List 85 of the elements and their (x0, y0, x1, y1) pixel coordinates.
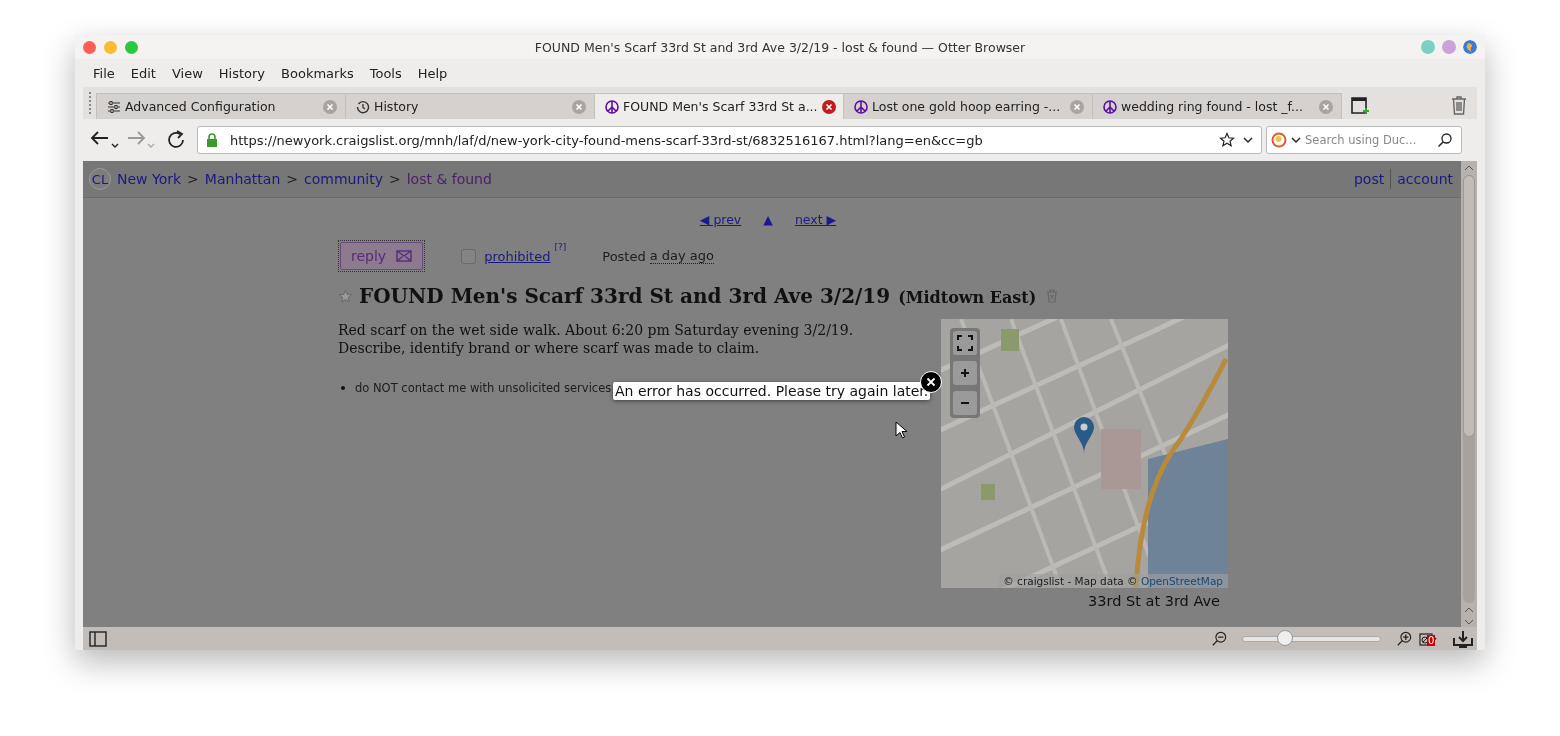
toolbar-grip[interactable] (88, 91, 92, 115)
peace-icon (605, 99, 619, 114)
maximize-button[interactable] (125, 40, 138, 54)
tab-title: History (374, 99, 420, 114)
breadcrumb-separator: > (388, 171, 401, 187)
breadcrumb-link[interactable]: community (304, 171, 383, 187)
header-link[interactable]: account (1397, 171, 1453, 187)
reload-button[interactable] (165, 129, 187, 151)
window-title: FOUND Men's Scarf 33rd St and 3rd Ave 3/2/19 - lost & found — Otter Browser (533, 39, 1027, 55)
menu-item[interactable]: Bookmarks (273, 65, 362, 81)
prev-link[interactable]: ◀ prev (699, 212, 742, 227)
menu-item[interactable]: Help (409, 65, 456, 81)
envelope-icon (396, 250, 413, 262)
search-icon[interactable] (1437, 132, 1453, 148)
error-popup: An error has occurred. Please try again later. (613, 382, 931, 400)
search-field[interactable]: Search using Duc... (1266, 126, 1462, 154)
menu-item[interactable]: File (85, 65, 123, 81)
browser-tab[interactable]: History (345, 93, 595, 119)
dropdown-icon[interactable] (1291, 137, 1301, 143)
bullet-icon (341, 386, 345, 390)
fullscreen-button[interactable] (953, 331, 977, 355)
sliders-icon (107, 99, 121, 114)
window-control-icon[interactable] (1442, 40, 1456, 54)
tab-title: FOUND Men's Scarf 33rd St a... (623, 99, 818, 114)
scroll-down-icon[interactable] (1464, 619, 1474, 625)
prohibited-link[interactable]: prohibited (484, 248, 551, 264)
next-link[interactable]: next ▶ (794, 212, 837, 227)
zoom-slider[interactable] (1277, 629, 1294, 646)
menu-item[interactable]: Edit (122, 65, 164, 81)
browser-tab[interactable]: FOUND Men's Scarf 33rd St a... (594, 93, 844, 119)
peace-icon (854, 99, 868, 114)
posted-time: a day ago (649, 248, 715, 264)
post-location: (Midtown East) (898, 288, 1037, 307)
openstreetmap-link[interactable]: OpenStreetMap (1140, 575, 1223, 587)
close-tab-icon[interactable] (821, 99, 836, 114)
globe-icon (1463, 40, 1477, 54)
post-body-line: Describe, identify brand or where scarf was made to claim. (338, 339, 761, 357)
reply-button[interactable]: reply (340, 242, 424, 270)
tab-title: Lost one gold hoop earring -... (872, 99, 1062, 114)
menu-item[interactable]: History (210, 65, 274, 81)
duck-icon[interactable] (1271, 132, 1287, 148)
posted-label: Posted (602, 248, 646, 264)
peace-icon (1103, 99, 1117, 114)
close-button[interactable] (83, 40, 96, 54)
breadcrumb-link[interactable]: lost & found (406, 171, 492, 187)
breadcrumb-link[interactable]: Manhattan (204, 171, 281, 187)
zoom-out-button[interactable] (953, 391, 977, 415)
header-link[interactable]: post (1353, 171, 1385, 187)
blocked-count: 0 (1427, 634, 1436, 646)
tab-title: wedding ring found - lost _f... (1121, 99, 1304, 114)
tab-title: Advanced Configuration (125, 99, 277, 114)
browser-tab[interactable]: wedding ring found - lost _f... (1092, 93, 1342, 119)
clock-icon (356, 99, 370, 114)
map-address: 33rd St at 3rd Ave (1088, 593, 1220, 609)
scroll-up-icon[interactable] (1464, 607, 1474, 613)
new-tab-icon[interactable] (1349, 94, 1371, 116)
bookmark-star-icon[interactable] (1219, 132, 1235, 148)
breadcrumb-link[interactable]: New York (117, 171, 182, 187)
post-body-line: Red scarf on the wet side walk. About 6:20 pm Saturday evening 3/2/19. (338, 321, 855, 339)
prohibited-checkbox[interactable] (461, 248, 477, 264)
trash-icon[interactable] (1450, 95, 1468, 115)
zoom-out-icon[interactable] (1210, 630, 1228, 647)
address-field[interactable]: https://newyork.craigslist.org/mnh/laf/d/new-york-city-found-mens-scarf-33rd-st/6832516167.html?lang=en&cc=gb (197, 126, 1262, 154)
notice-text: do NOT contact me with unsolicited services (355, 381, 612, 395)
zoom-in-icon[interactable] (1395, 630, 1413, 647)
download-icon[interactable] (1453, 629, 1473, 648)
browser-tab[interactable]: Lost one gold hoop earring -... (843, 93, 1093, 119)
breadcrumb-separator: > (286, 171, 298, 187)
zoom-in-button[interactable] (953, 361, 977, 385)
favorite-star-icon[interactable] (338, 288, 353, 304)
post-title: FOUND Men's Scarf 33rd St and 3rd Ave 3/2/19 (359, 284, 891, 308)
scrollbar-thumb[interactable] (1463, 175, 1475, 437)
logo-icon[interactable]: CL (89, 168, 111, 190)
up-link[interactable]: ▲ (763, 212, 773, 227)
map-pin-icon (1074, 417, 1094, 453)
menu-item[interactable]: View (163, 65, 211, 81)
dropdown-icon[interactable] (1243, 137, 1253, 143)
sidebar-icon[interactable] (89, 630, 107, 647)
breadcrumb-separator: > (187, 171, 199, 187)
map-attribution: © craigslist - Map data © OpenStreetMap (998, 574, 1228, 588)
scroll-up-icon[interactable] (1464, 165, 1474, 171)
help-link[interactable]: [?] (554, 242, 567, 252)
cursor-icon (895, 421, 907, 439)
browser-tab[interactable]: Advanced Configuration (96, 93, 346, 119)
menu-item[interactable]: Tools (361, 65, 410, 81)
